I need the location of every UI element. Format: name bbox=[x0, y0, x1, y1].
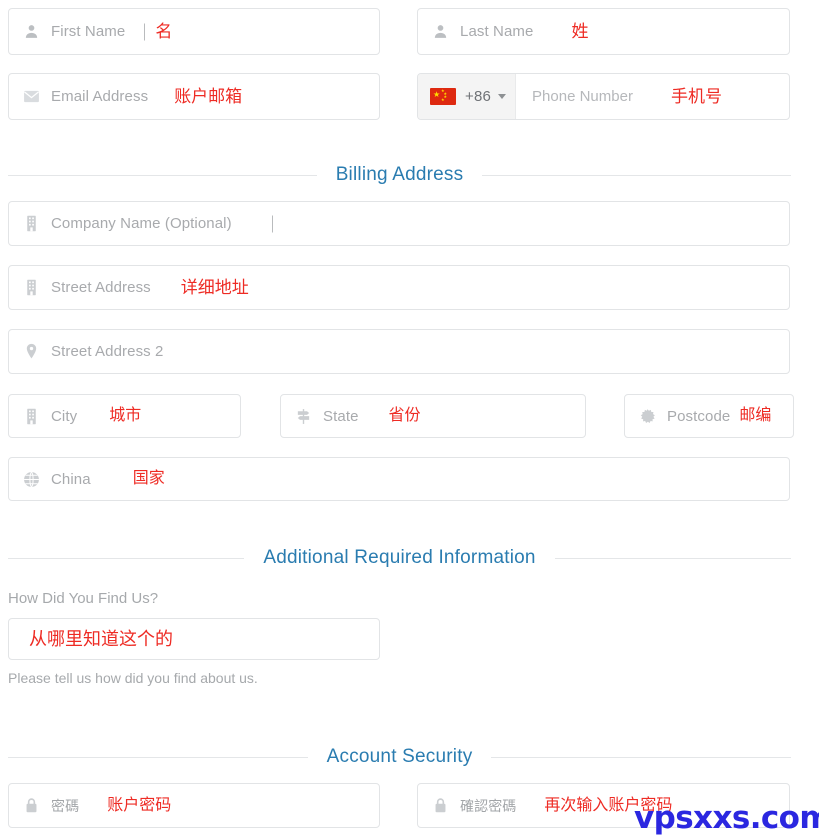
section-additional-info: Additional Required Information bbox=[8, 547, 792, 569]
phone-placeholder: Phone Number bbox=[532, 88, 633, 105]
last-name-placeholder: Last Name bbox=[460, 23, 534, 40]
confirm-password-placeholder: 確認密碼 bbox=[460, 797, 517, 814]
section-title-security: Account Security bbox=[326, 746, 473, 767]
section-account-security: Account Security bbox=[8, 746, 792, 768]
text-caret bbox=[272, 215, 273, 232]
lock-icon bbox=[26, 798, 37, 813]
dial-code-label: +86 bbox=[465, 88, 492, 105]
phone-field-group[interactable]: ★ ★ ★ ★ ★ +86 Phone Number 手机号 bbox=[417, 73, 790, 120]
postcode-annotation: 邮编 bbox=[739, 407, 772, 424]
postcode-placeholder: Postcode bbox=[667, 407, 731, 425]
street-address-2-field[interactable]: Street Address 2 bbox=[8, 329, 790, 374]
divider-right bbox=[554, 557, 792, 559]
phone-annotation: 手机号 bbox=[670, 87, 722, 106]
state-placeholder: State bbox=[323, 407, 359, 425]
divider-left bbox=[8, 557, 245, 559]
first-name-annotation: 名 bbox=[155, 22, 173, 41]
country-select[interactable]: China 国家 bbox=[8, 457, 790, 501]
password-placeholder: 密碼 bbox=[51, 797, 80, 814]
email-annotation: 账户邮箱 bbox=[174, 87, 243, 106]
user-icon bbox=[25, 25, 38, 38]
divider-left bbox=[8, 174, 317, 176]
map-pin-icon bbox=[26, 343, 37, 359]
country-value: China bbox=[51, 470, 91, 488]
city-annotation: 城市 bbox=[109, 407, 142, 424]
first-name-field[interactable]: First Name 名 bbox=[8, 8, 380, 55]
street-address-field[interactable]: Street Address 详细地址 bbox=[8, 265, 790, 310]
street-address-2-placeholder: Street Address 2 bbox=[51, 343, 164, 360]
how-did-you-find-us-annotation: 从哪里知道这个的 bbox=[29, 629, 173, 649]
user-icon bbox=[434, 25, 447, 38]
divider-right bbox=[482, 174, 791, 176]
how-did-you-find-us-input[interactable]: 从哪里知道这个的 bbox=[8, 618, 380, 660]
email-placeholder: Email Address bbox=[51, 88, 149, 105]
registration-form-page: First Name 名 Last Name 姓 Email Address 账… bbox=[0, 0, 819, 840]
city-placeholder: City bbox=[51, 407, 78, 425]
how-did-you-find-us-label: How Did You Find Us? bbox=[8, 590, 159, 607]
last-name-annotation: 姓 bbox=[571, 22, 589, 41]
starburst-icon bbox=[640, 408, 655, 423]
building-icon bbox=[27, 279, 36, 296]
globe-icon bbox=[24, 471, 39, 487]
section-title-billing: Billing Address bbox=[335, 164, 464, 185]
street-address-placeholder: Street Address bbox=[51, 279, 151, 296]
signpost-icon bbox=[297, 408, 310, 424]
state-annotation: 省份 bbox=[388, 407, 421, 424]
how-did-you-find-us-help: Please tell us how did you find about us… bbox=[8, 670, 258, 686]
last-name-field[interactable]: Last Name 姓 bbox=[417, 8, 790, 55]
city-field[interactable]: City 城市 bbox=[8, 394, 241, 438]
text-caret bbox=[144, 23, 145, 40]
first-name-placeholder: First Name bbox=[51, 23, 126, 40]
lock-icon bbox=[435, 798, 446, 813]
country-annotation: 国家 bbox=[132, 470, 165, 487]
divider-right bbox=[491, 756, 792, 758]
section-billing-address: Billing Address bbox=[8, 164, 791, 186]
password-field[interactable]: 密碼 账户密码 bbox=[8, 783, 380, 828]
state-field[interactable]: State 省份 bbox=[280, 394, 586, 438]
password-annotation: 账户密码 bbox=[107, 796, 172, 814]
postcode-field[interactable]: Postcode 邮编 bbox=[624, 394, 794, 438]
company-name-field[interactable]: Company Name (Optional) bbox=[8, 201, 790, 246]
building-icon bbox=[27, 408, 36, 424]
site-watermark: vpsxxs.com bbox=[634, 800, 819, 836]
company-name-placeholder: Company Name (Optional) bbox=[51, 215, 232, 232]
china-flag-icon: ★ ★ ★ ★ ★ bbox=[430, 88, 456, 105]
country-code-selector[interactable]: ★ ★ ★ ★ ★ +86 bbox=[418, 74, 517, 119]
email-field[interactable]: Email Address 账户邮箱 bbox=[8, 73, 380, 120]
building-icon bbox=[27, 215, 36, 232]
envelope-icon bbox=[24, 90, 39, 103]
street-address-annotation: 详细地址 bbox=[180, 278, 249, 297]
section-title-additional: Additional Required Information bbox=[263, 547, 536, 568]
divider-left bbox=[8, 756, 308, 758]
chevron-down-icon[interactable] bbox=[498, 94, 507, 99]
